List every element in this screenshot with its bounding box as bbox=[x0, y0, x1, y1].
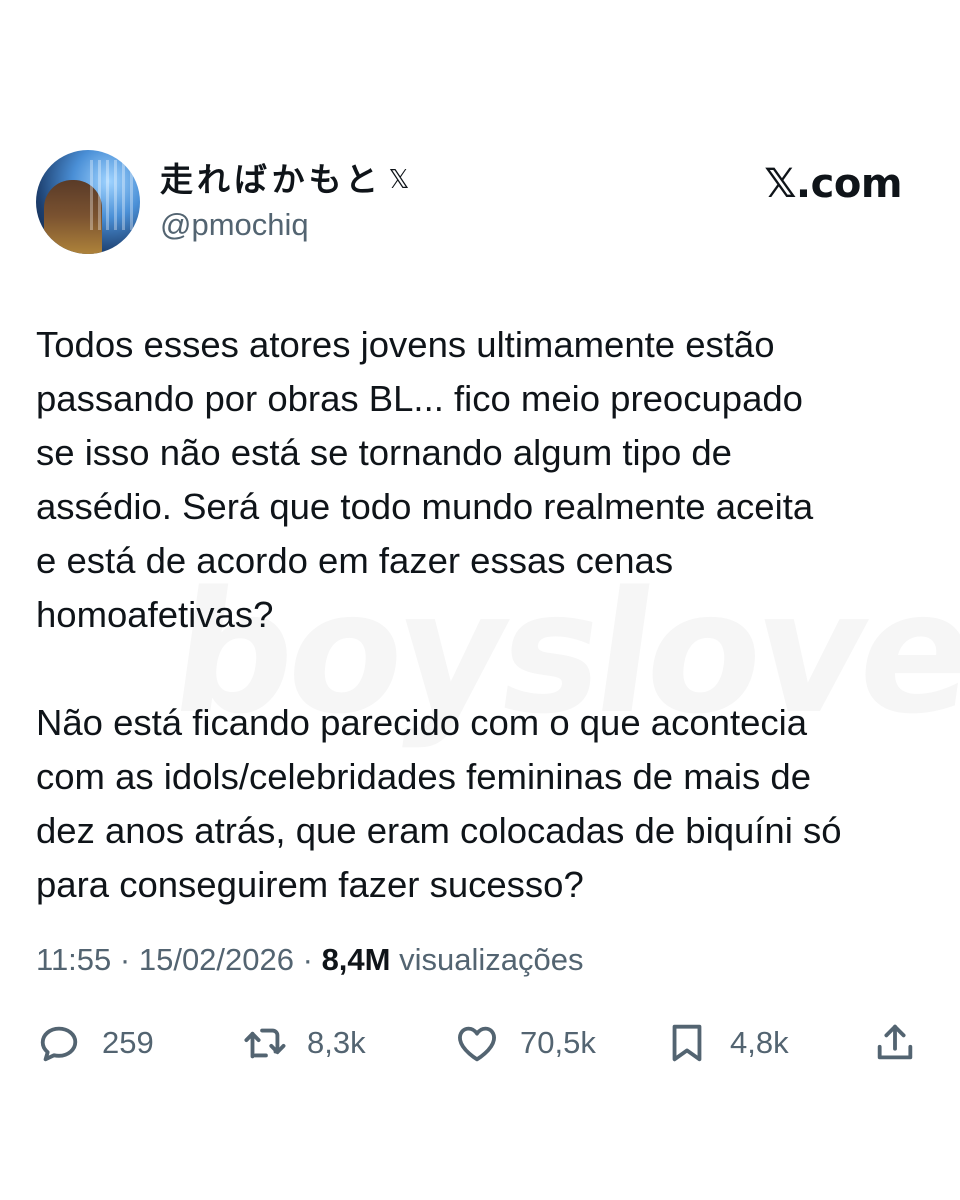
display-name-row: 走ればかもと 𝕏 bbox=[160, 160, 409, 200]
like-button[interactable]: 70,5k bbox=[454, 1017, 596, 1069]
repost-icon bbox=[244, 1028, 286, 1059]
share-icon bbox=[877, 1024, 913, 1060]
like-count: 70,5k bbox=[520, 1025, 596, 1060]
brand-logo: 𝕏.com bbox=[764, 161, 902, 207]
share-button[interactable] bbox=[872, 1017, 918, 1069]
views-label: visualizações bbox=[390, 942, 584, 977]
display-name[interactable]: 走ればかもと bbox=[160, 160, 382, 200]
x-logo-icon: 𝕏 bbox=[388, 165, 410, 195]
bookmark-count: 4,8k bbox=[730, 1025, 789, 1060]
bookmark-button[interactable]: 4,8k bbox=[664, 1017, 789, 1069]
repost-count: 8,3k bbox=[307, 1025, 366, 1060]
avatar[interactable] bbox=[36, 150, 140, 254]
tweet-paragraph: Não está ficando parecido com o que acon… bbox=[36, 702, 842, 905]
tweet-meta: 11:55 · 15/02/2026 · 8,4M visualizações bbox=[36, 940, 583, 980]
user-handle[interactable]: @pmochiq bbox=[160, 206, 409, 244]
tweet-date[interactable]: 15/02/2026 bbox=[139, 942, 294, 977]
repost-button[interactable]: 8,3k bbox=[241, 1017, 366, 1069]
meta-separator: · bbox=[111, 942, 139, 977]
tweet-paragraph: Todos esses atores jovens ultimamente es… bbox=[36, 324, 814, 635]
tweet-text: Todos esses atores jovens ultimamente es… bbox=[36, 318, 926, 912]
bookmark-icon bbox=[672, 1024, 702, 1062]
author-names: 走ればかもと 𝕏 @pmochiq bbox=[160, 160, 409, 244]
tweet-header: 走ればかもと 𝕏 @pmochiq 𝕏.com bbox=[36, 150, 902, 256]
reply-icon bbox=[40, 1026, 78, 1062]
heart-icon bbox=[458, 1026, 496, 1062]
tweet-time[interactable]: 11:55 bbox=[36, 942, 111, 977]
action-bar: 259 8,3k 70,5k 4,8k bbox=[36, 1017, 916, 1069]
meta-separator: · bbox=[294, 942, 322, 977]
views-count: 8,4M bbox=[321, 942, 391, 977]
reply-count: 259 bbox=[102, 1025, 154, 1060]
reply-button[interactable]: 259 bbox=[36, 1017, 154, 1069]
avatar-background bbox=[90, 160, 134, 230]
